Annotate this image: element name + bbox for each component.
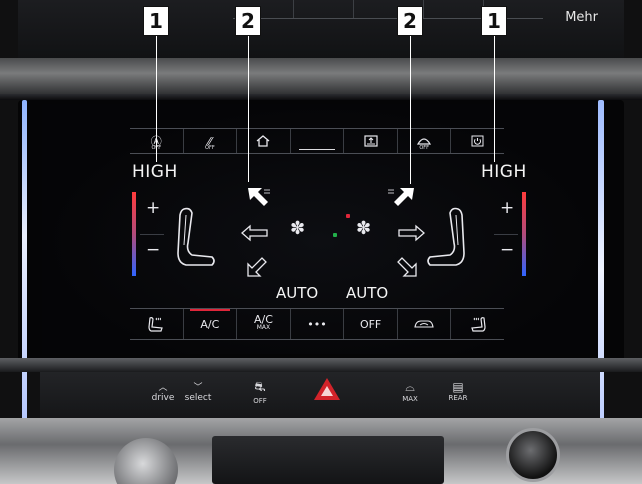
front-defrost-icon: ⌓ [405,380,415,394]
power-button[interactable] [450,129,504,153]
ac-max-sub: MAX [256,324,271,331]
left-auto-label[interactable]: AUTO [276,284,318,302]
ambient-light-left [22,100,27,440]
climate-bottom-bar: A/C A/C MAX ••• OFF [130,308,504,340]
callout-1-right: 1 [481,6,507,36]
callout-2-right: 2 [397,6,423,36]
more-menu-button[interactable]: Mehr [565,10,598,25]
callout-leader-right-2 [410,36,411,184]
ac-max-button[interactable]: A/C MAX [236,309,290,339]
left-fan-icon[interactable]: ✽ [290,218,305,239]
rear-window-defrost-button[interactable]: ▤ REAR [444,380,472,402]
seat-heat-left-icon [148,317,164,332]
climate-off-label: OFF [359,317,382,331]
power-icon [471,135,484,147]
right-temp-slider[interactable]: + − [494,192,526,276]
ac-label: A/C [200,317,220,331]
right-airflow-mid-arrow-icon[interactable] [396,224,426,242]
esc-off-button[interactable]: ⛐ OFF [248,380,272,405]
chevron-down-icon: ﹀ [193,383,203,393]
home-icon [257,135,270,147]
right-seat-heat-button[interactable] [450,309,504,339]
callout-leader-left-1 [156,36,157,162]
photo-frame: Mehr ⒶOFF ⁄⁄OFF OFF HIGH HIGH + [0,0,642,484]
right-seat-icon[interactable] [424,205,470,271]
right-temp-gradient [522,192,526,276]
right-temp-minus[interactable]: − [500,240,514,260]
rear-window-defrost-icon: ▤ [452,380,464,394]
left-temp-minus[interactable]: − [146,240,160,260]
right-fan-icon[interactable]: ✽ [356,218,371,239]
drive-select-up-button[interactable]: ︿ drive [148,380,178,403]
right-fan-speed: HIGH [481,162,527,182]
hazard-button[interactable] [314,378,340,400]
recirculation-icon [414,320,434,328]
trim-strip [0,58,642,96]
right-temp-plus[interactable]: + [500,198,514,218]
left-airflow-mid-arrow-icon[interactable] [240,224,270,242]
left-airflow-up-arrow-icon[interactable] [244,184,274,208]
home-button[interactable] [236,129,290,153]
upper-screen: Mehr [18,0,624,58]
drive-select-down-button[interactable]: ﹀ select [180,380,216,403]
chrome-trim [0,358,642,372]
max-defrost-button[interactable]: ⌓ MAX [396,380,424,403]
chevron-up-icon: ︿ [158,383,168,393]
left-seat-heat-button[interactable] [130,309,183,339]
windshield-off-sub: OFF [419,145,430,151]
ac-button[interactable]: A/C [182,309,237,339]
volume-knob[interactable] [506,428,560,482]
left-seat-icon[interactable] [172,205,218,271]
ac-max-label: A/C [253,313,273,326]
climate-top-bar: ⒶOFF ⁄⁄OFF OFF [130,128,504,154]
callout-1-left: 1 [143,6,169,36]
right-airflow-up-arrow-icon[interactable] [384,184,420,210]
recirculation-button[interactable] [396,309,451,339]
airflow-off-button[interactable]: ⁄⁄ OFF [182,129,237,153]
more-options-label: ••• [307,317,327,331]
rear-defrost-label: REAR [448,394,468,402]
callout-leader-right-1 [494,36,495,162]
more-options-button[interactable]: ••• [289,309,344,339]
status-led-green [333,233,337,237]
left-temp-divider [140,234,164,235]
max-defrost-label: MAX [402,395,418,403]
windshield-off-button[interactable]: OFF [396,129,451,153]
callout-2-left: 2 [235,6,261,36]
climate-off-button[interactable]: OFF [343,309,397,339]
lower-control-panel [212,436,444,484]
traction-control-icon: ⛐ [254,380,266,395]
status-led-red [346,214,350,218]
left-temp-gradient [132,192,136,276]
right-auto-label[interactable]: AUTO [346,284,388,302]
left-temp-slider[interactable]: + − [132,192,164,276]
drive-label: drive [151,393,175,403]
right-temp-divider [494,234,518,235]
left-fan-speed: HIGH [132,162,178,182]
rear-defrost-icon [363,135,378,147]
airflow-off-sub: OFF [205,145,215,151]
tab-blank[interactable] [289,129,344,153]
rear-defrost-button[interactable] [343,129,397,153]
left-airflow-down-arrow-icon[interactable] [244,254,270,280]
right-airflow-down-arrow-icon[interactable] [394,254,420,280]
seat-heat-right-icon [470,317,486,332]
callout-leader-left-2 [248,36,249,182]
select-label: select [184,393,212,403]
ac-max-text: A/C MAX [253,313,273,332]
left-temp-plus[interactable]: + [146,198,160,218]
esc-off-label: OFF [253,397,267,405]
